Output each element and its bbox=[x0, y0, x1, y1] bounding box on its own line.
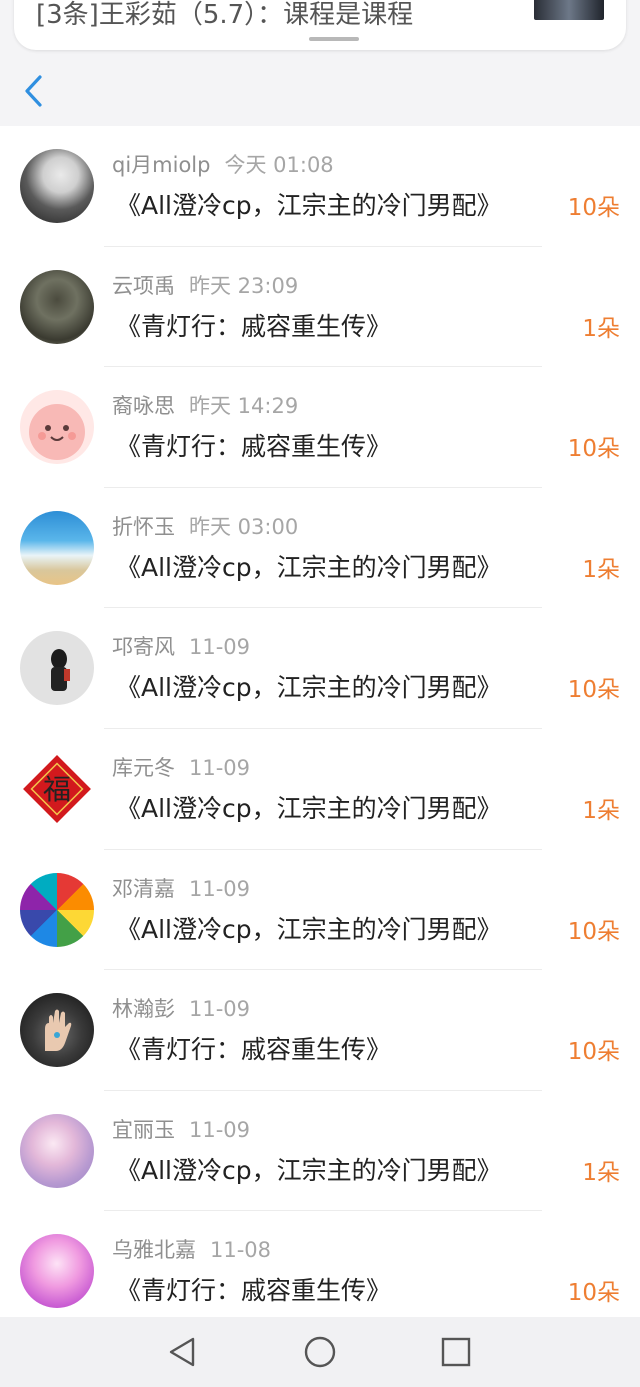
gift-time: 11-09 bbox=[189, 997, 251, 1022]
gift-amount: 10朵 bbox=[567, 918, 620, 945]
notification-banner[interactable]: [3条]王彩茹（5.7）：课程是课程 bbox=[14, 0, 626, 50]
book-title[interactable]: 《青灯行：戚容重生传》 bbox=[116, 1033, 391, 1067]
circle-home-icon bbox=[304, 1336, 336, 1368]
gift-list: qi月miolp 今天 01:08 《All澄冷cp，江宗主的冷门男配》 10朵 … bbox=[0, 126, 640, 1332]
triangle-back-icon bbox=[169, 1337, 195, 1367]
avatar[interactable] bbox=[20, 510, 94, 585]
list-item[interactable]: 宜丽玉 11-09 《All澄冷cp，江宗主的冷门男配》 1朵 bbox=[0, 1091, 640, 1212]
gift-time: 今天 01:08 bbox=[224, 153, 334, 177]
list-item[interactable]: 林瀚彭 11-09 《青灯行：戚容重生传》 10朵 bbox=[0, 970, 640, 1091]
notification-text: [3条]王彩茹（5.7）：课程是课程 bbox=[36, 0, 414, 30]
chevron-left-icon bbox=[25, 75, 42, 107]
book-title[interactable]: 《All澄冷cp，江宗主的冷门男配》 bbox=[116, 189, 502, 223]
user-name[interactable]: 裔咏思 bbox=[112, 394, 175, 418]
user-name[interactable]: 邓清嘉 bbox=[112, 877, 175, 901]
book-title[interactable]: 《青灯行：戚容重生传》 bbox=[116, 430, 391, 464]
gift-meta: qi月miolp 今天 01:08 bbox=[112, 152, 334, 178]
gift-amount: 1朵 bbox=[582, 797, 620, 824]
avatar[interactable] bbox=[20, 872, 94, 947]
book-title[interactable]: 《All澄冷cp，江宗主的冷门男配》 bbox=[116, 671, 502, 705]
book-title[interactable]: 《青灯行：戚容重生传》 bbox=[116, 310, 391, 344]
system-recents-button[interactable] bbox=[438, 1334, 474, 1370]
gift-amount: 1朵 bbox=[582, 315, 620, 342]
avatar[interactable] bbox=[20, 1234, 94, 1309]
list-item[interactable]: 邓清嘉 11-09 《All澄冷cp，江宗主的冷门男配》 10朵 bbox=[0, 850, 640, 971]
back-button[interactable] bbox=[18, 71, 54, 111]
user-name[interactable]: 林瀚彭 bbox=[112, 997, 175, 1021]
avatar[interactable] bbox=[20, 390, 94, 465]
gift-meta: 乌雅北嘉 11-08 bbox=[112, 1237, 271, 1263]
gift-time: 11-09 bbox=[189, 635, 251, 660]
gift-meta: 裔咏思 昨天 14:29 bbox=[112, 393, 298, 419]
list-item[interactable]: 乌雅北嘉 11-08 《青灯行：戚容重生传》 10朵 bbox=[0, 1211, 640, 1332]
list-item[interactable]: 福 库元冬 11-09 《All澄冷cp，江宗主的冷门男配》 1朵 bbox=[0, 729, 640, 850]
svg-text:福: 福 bbox=[43, 773, 71, 806]
gift-amount: 10朵 bbox=[567, 677, 620, 704]
book-title[interactable]: 《All澄冷cp，江宗主的冷门男配》 bbox=[116, 1154, 502, 1188]
gift-time: 11-09 bbox=[189, 876, 251, 901]
gift-meta: 库元冬 11-09 bbox=[112, 755, 250, 781]
avatar[interactable] bbox=[20, 269, 94, 344]
gift-meta: 邛寄风 11-09 bbox=[112, 634, 250, 660]
user-name[interactable]: 云项禹 bbox=[112, 274, 175, 298]
user-name[interactable]: 邛寄风 bbox=[112, 635, 175, 659]
book-title[interactable]: 《All澄冷cp，江宗主的冷门男配》 bbox=[116, 913, 502, 947]
system-home-button[interactable] bbox=[302, 1334, 338, 1370]
square-recents-icon bbox=[441, 1337, 471, 1367]
user-name[interactable]: qi月miolp bbox=[112, 153, 210, 177]
gift-time: 昨天 14:29 bbox=[189, 394, 299, 419]
gift-time: 11-08 bbox=[210, 1238, 272, 1263]
avatar[interactable]: 福 bbox=[20, 752, 94, 826]
avatar[interactable] bbox=[20, 631, 94, 706]
gift-meta: 宜丽玉 11-09 bbox=[112, 1117, 250, 1143]
list-item[interactable]: 云项禹 昨天 23:09 《青灯行：戚容重生传》 1朵 bbox=[0, 247, 640, 368]
gift-meta: 林瀚彭 11-09 bbox=[112, 996, 250, 1022]
gift-time: 昨天 23:09 bbox=[189, 273, 299, 298]
book-title[interactable]: 《All澄冷cp，江宗主的冷门男配》 bbox=[116, 551, 502, 585]
user-name[interactable]: 折怀玉 bbox=[112, 515, 175, 539]
gift-meta: 折怀玉 昨天 03:00 bbox=[112, 514, 298, 540]
user-name[interactable]: 宜丽玉 bbox=[112, 1118, 175, 1142]
notification-thumbnail bbox=[534, 0, 604, 20]
gift-amount: 10朵 bbox=[567, 195, 620, 221]
avatar[interactable] bbox=[20, 1113, 94, 1188]
gift-amount: 10朵 bbox=[567, 436, 620, 463]
system-back-button[interactable] bbox=[165, 1334, 201, 1370]
gift-meta: 邓清嘉 11-09 bbox=[112, 876, 250, 902]
gift-amount: 10朵 bbox=[567, 1039, 620, 1066]
system-navigation-bar bbox=[0, 1317, 640, 1387]
list-item[interactable]: 裔咏思 昨天 14:29 《青灯行：戚容重生传》 10朵 bbox=[0, 367, 640, 488]
gift-meta: 云项禹 昨天 23:09 bbox=[112, 273, 298, 299]
gift-time: 11-09 bbox=[189, 755, 251, 780]
top-area: [3条]王彩茹（5.7）：课程是课程 bbox=[0, 0, 640, 126]
gift-amount: 1朵 bbox=[582, 1159, 620, 1186]
list-item[interactable]: 邛寄风 11-09 《All澄冷cp，江宗主的冷门男配》 10朵 bbox=[0, 608, 640, 729]
gift-time: 11-09 bbox=[189, 1117, 251, 1142]
list-item[interactable]: 折怀玉 昨天 03:00 《All澄冷cp，江宗主的冷门男配》 1朵 bbox=[0, 488, 640, 609]
avatar[interactable] bbox=[20, 149, 94, 223]
user-name[interactable]: 库元冬 bbox=[112, 756, 175, 780]
gift-amount: 10朵 bbox=[567, 1280, 620, 1307]
gift-amount: 1朵 bbox=[582, 556, 620, 583]
avatar[interactable] bbox=[20, 993, 94, 1068]
book-title[interactable]: 《青灯行：戚容重生传》 bbox=[116, 1274, 391, 1308]
user-name[interactable]: 乌雅北嘉 bbox=[112, 1238, 196, 1262]
list-item[interactable]: qi月miolp 今天 01:08 《All澄冷cp，江宗主的冷门男配》 10朵 bbox=[0, 126, 640, 247]
gift-time: 昨天 03:00 bbox=[189, 514, 299, 539]
notification-handle[interactable] bbox=[309, 37, 359, 41]
book-title[interactable]: 《All澄冷cp，江宗主的冷门男配》 bbox=[116, 792, 502, 826]
